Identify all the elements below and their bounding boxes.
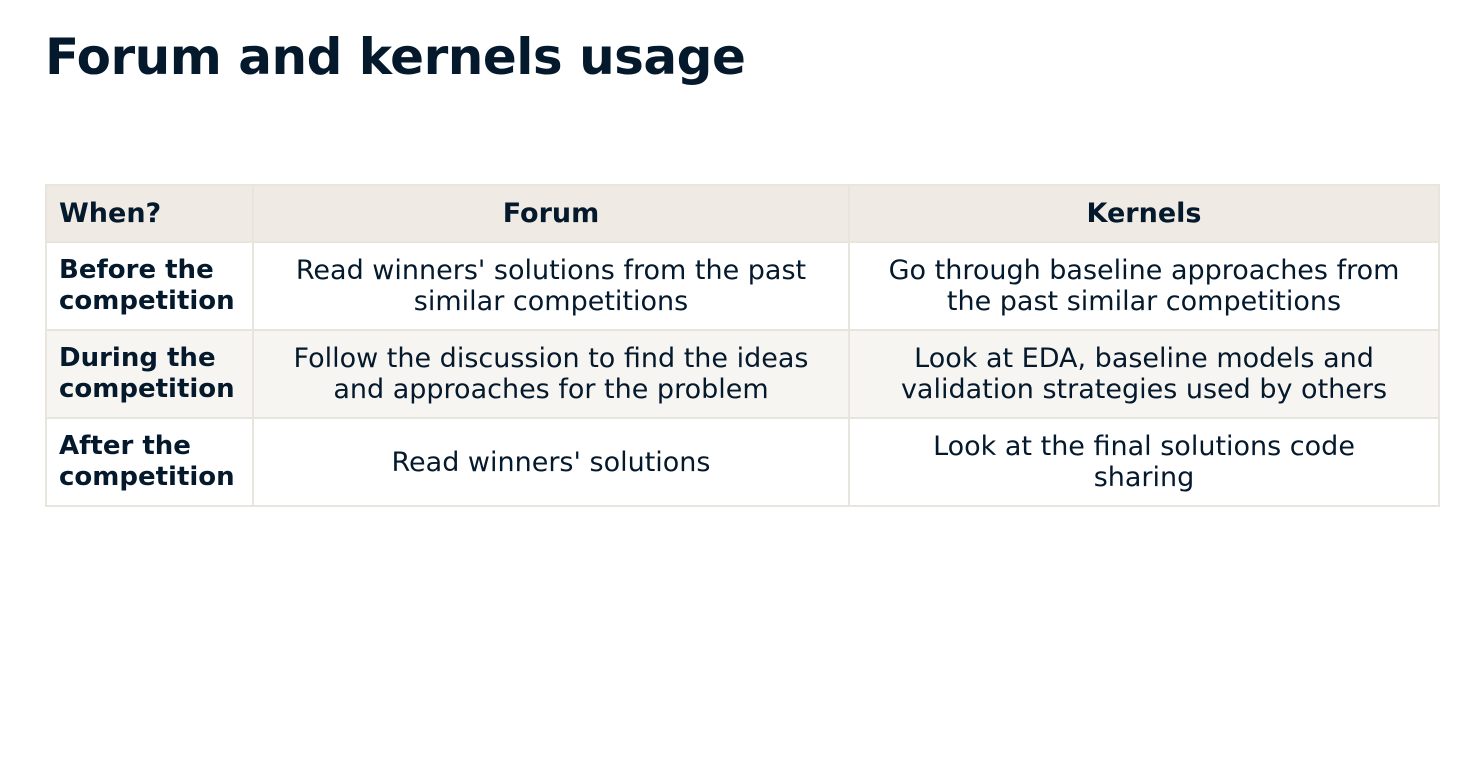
cell-kernels-before: Go through baseline approaches from the … [848,241,1440,331]
table-row: After the competition Read winners' solu… [45,417,1440,507]
column-header-when: When? [45,184,254,243]
cell-forum-after: Read winners' solutions [252,417,850,507]
row-label-after: After the competition [45,417,254,507]
cell-forum-during: Follow the discussion to find the ideas … [252,329,850,419]
cell-forum-before: Read winners' solutions from the past si… [252,241,850,331]
table-row: Before the competition Read winners' sol… [45,241,1440,331]
column-header-kernels: Kernels [848,184,1440,243]
cell-kernels-after: Look at the final solutions code sharing [848,417,1440,507]
comparison-table: When? Forum Kernels Before the competiti… [45,184,1440,507]
column-header-forum: Forum [252,184,850,243]
table-row: During the competition Follow the discus… [45,329,1440,419]
table-header-row: When? Forum Kernels [45,184,1440,243]
page-title: Forum and kernels usage [45,28,746,86]
row-label-before: Before the competition [45,241,254,331]
row-label-during: During the competition [45,329,254,419]
cell-kernels-during: Look at EDA, baseline models and validat… [848,329,1440,419]
